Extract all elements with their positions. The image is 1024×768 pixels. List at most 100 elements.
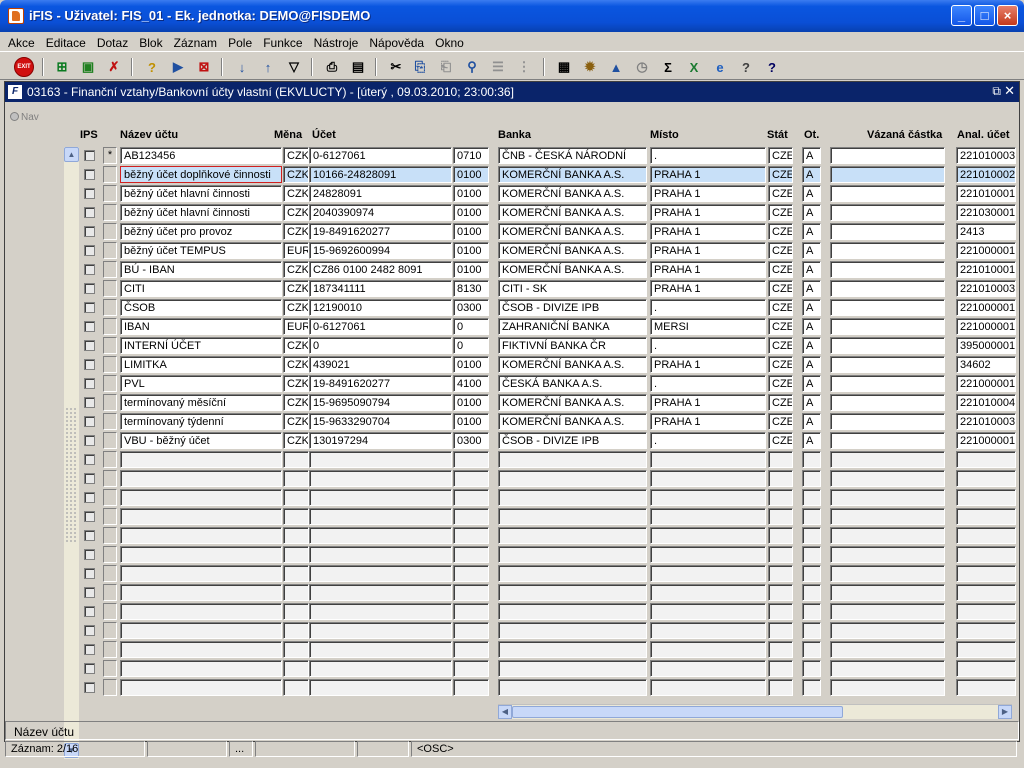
cell-vazana[interactable] — [830, 660, 945, 677]
row-marker[interactable] — [103, 546, 117, 563]
cell-banka[interactable] — [498, 679, 647, 696]
cell-stat[interactable]: CZE — [768, 375, 793, 392]
ips-checkbox[interactable] — [84, 302, 95, 313]
table-row[interactable] — [5, 583, 1019, 602]
cell-mena[interactable] — [283, 603, 309, 620]
excel-icon[interactable]: X — [684, 57, 704, 77]
cell-anal[interactable]: 221010001 — [956, 185, 1016, 202]
cell-banka[interactable]: ČSOB - DIVIZE IPB — [498, 432, 647, 449]
cell-vazana[interactable] — [830, 546, 945, 563]
cell-nazev[interactable]: běžný účet hlavní činnosti — [120, 185, 282, 202]
cell-anal[interactable]: 34602 — [956, 356, 1016, 373]
menu-dotaz[interactable]: Dotaz — [97, 32, 128, 50]
row-marker[interactable] — [103, 261, 117, 278]
maximize-button[interactable]: □ — [974, 5, 995, 26]
cell-anal[interactable] — [956, 527, 1016, 544]
cell-vazana[interactable] — [830, 527, 945, 544]
cell-bank-code[interactable]: 8130 — [453, 280, 489, 297]
row-marker[interactable] — [103, 356, 117, 373]
cell-anal[interactable]: 221010002 — [956, 166, 1016, 183]
cell-misto[interactable]: PRAHA 1 — [650, 413, 766, 430]
cell-mena[interactable] — [283, 508, 309, 525]
cell-misto[interactable] — [650, 546, 766, 563]
cell-misto[interactable]: . — [650, 299, 766, 316]
cell-ot[interactable] — [802, 660, 821, 677]
row-marker[interactable] — [103, 337, 117, 354]
cell-mena[interactable] — [283, 660, 309, 677]
cell-ot[interactable]: A — [802, 147, 821, 164]
cell-ot[interactable] — [802, 451, 821, 468]
execute-query-icon[interactable]: ▶ — [168, 57, 188, 77]
cell-misto[interactable]: PRAHA 1 — [650, 356, 766, 373]
cell-misto[interactable] — [650, 660, 766, 677]
table-row[interactable] — [5, 450, 1019, 469]
cell-anal[interactable]: 221010003 — [956, 413, 1016, 430]
cell-misto[interactable]: PRAHA 1 — [650, 242, 766, 259]
ips-checkbox[interactable] — [84, 226, 95, 237]
cell-mena[interactable] — [283, 527, 309, 544]
cell-anal[interactable]: 2413 — [956, 223, 1016, 240]
row-marker[interactable] — [103, 489, 117, 506]
ips-checkbox[interactable] — [84, 644, 95, 655]
table-row[interactable]: termínovaný týdenní CZK 15-9633290704 0100 K… — [5, 412, 1019, 431]
cell-nazev[interactable]: PVL — [120, 375, 282, 392]
cell-vazana[interactable] — [830, 223, 945, 240]
table-row[interactable]: běžný účet hlavní činnosti CZK 2040390974 0… — [5, 203, 1019, 222]
cell-mena[interactable] — [283, 584, 309, 601]
cell-anal[interactable]: 221000001 — [956, 242, 1016, 259]
cell-stat[interactable] — [768, 508, 793, 525]
row-marker[interactable] — [103, 565, 117, 582]
cell-misto[interactable]: PRAHA 1 — [650, 166, 766, 183]
cell-ot[interactable] — [802, 470, 821, 487]
cell-nazev[interactable] — [120, 565, 282, 582]
cell-nazev[interactable]: VBU - běžný účet — [120, 432, 282, 449]
cell-banka[interactable] — [498, 603, 647, 620]
cell-bank-code[interactable] — [453, 489, 489, 506]
cell-ucet[interactable]: 15-9692600994 — [309, 242, 452, 259]
cell-ot[interactable]: A — [802, 394, 821, 411]
cell-stat[interactable]: CZE — [768, 147, 793, 164]
horizontal-scroll-thumb[interactable] — [512, 706, 843, 718]
cell-anal[interactable] — [956, 622, 1016, 639]
cell-ot[interactable] — [802, 679, 821, 696]
context-help-icon[interactable]: ? — [736, 57, 756, 77]
ips-checkbox[interactable] — [84, 378, 95, 389]
cell-bank-code[interactable]: 0100 — [453, 185, 489, 202]
cell-stat[interactable]: CZE — [768, 394, 793, 411]
table-row[interactable] — [5, 640, 1019, 659]
delete-record-icon[interactable]: ✗ — [104, 57, 124, 77]
row-marker[interactable] — [103, 394, 117, 411]
cell-vazana[interactable] — [830, 318, 945, 335]
cell-bank-code[interactable] — [453, 546, 489, 563]
cell-vazana[interactable] — [830, 641, 945, 658]
cell-anal[interactable]: 221010003 — [956, 147, 1016, 164]
cell-vazana[interactable] — [830, 413, 945, 430]
ips-checkbox[interactable] — [84, 606, 95, 617]
cell-anal[interactable] — [956, 679, 1016, 696]
cell-stat[interactable]: CZE — [768, 242, 793, 259]
row-marker[interactable] — [103, 223, 117, 240]
row-marker[interactable] — [103, 242, 117, 259]
cell-vazana[interactable] — [830, 375, 945, 392]
cell-vazana[interactable] — [830, 356, 945, 373]
cell-ot[interactable] — [802, 584, 821, 601]
cell-stat[interactable] — [768, 641, 793, 658]
cell-anal[interactable]: 221010001 — [956, 261, 1016, 278]
menu-zaznam[interactable]: Záznam — [174, 32, 217, 50]
cell-stat[interactable] — [768, 660, 793, 677]
cell-bank-code[interactable]: 0100 — [453, 394, 489, 411]
cell-banka[interactable] — [498, 527, 647, 544]
horizontal-scrollbar[interactable]: ◀ ▶ — [498, 704, 1012, 719]
cell-nazev[interactable]: BÚ - IBAN — [120, 261, 282, 278]
cell-stat[interactable]: CZE — [768, 318, 793, 335]
cell-bank-code[interactable] — [453, 641, 489, 658]
cell-anal[interactable] — [956, 508, 1016, 525]
cell-misto[interactable]: . — [650, 147, 766, 164]
cell-stat[interactable]: CZE — [768, 337, 793, 354]
table-row[interactable]: IBAN EUR 0-6127061 0 ZAHRANIČNÍ BANKA MERSI CZ… — [5, 317, 1019, 336]
cell-misto[interactable] — [650, 565, 766, 582]
table-row[interactable]: PVL CZK 19-8491620277 4100 ČESKÁ BANKA A.S..… — [5, 374, 1019, 393]
ips-checkbox[interactable] — [84, 188, 95, 199]
cell-bank-code[interactable]: 0100 — [453, 356, 489, 373]
ips-checkbox[interactable] — [84, 340, 95, 351]
